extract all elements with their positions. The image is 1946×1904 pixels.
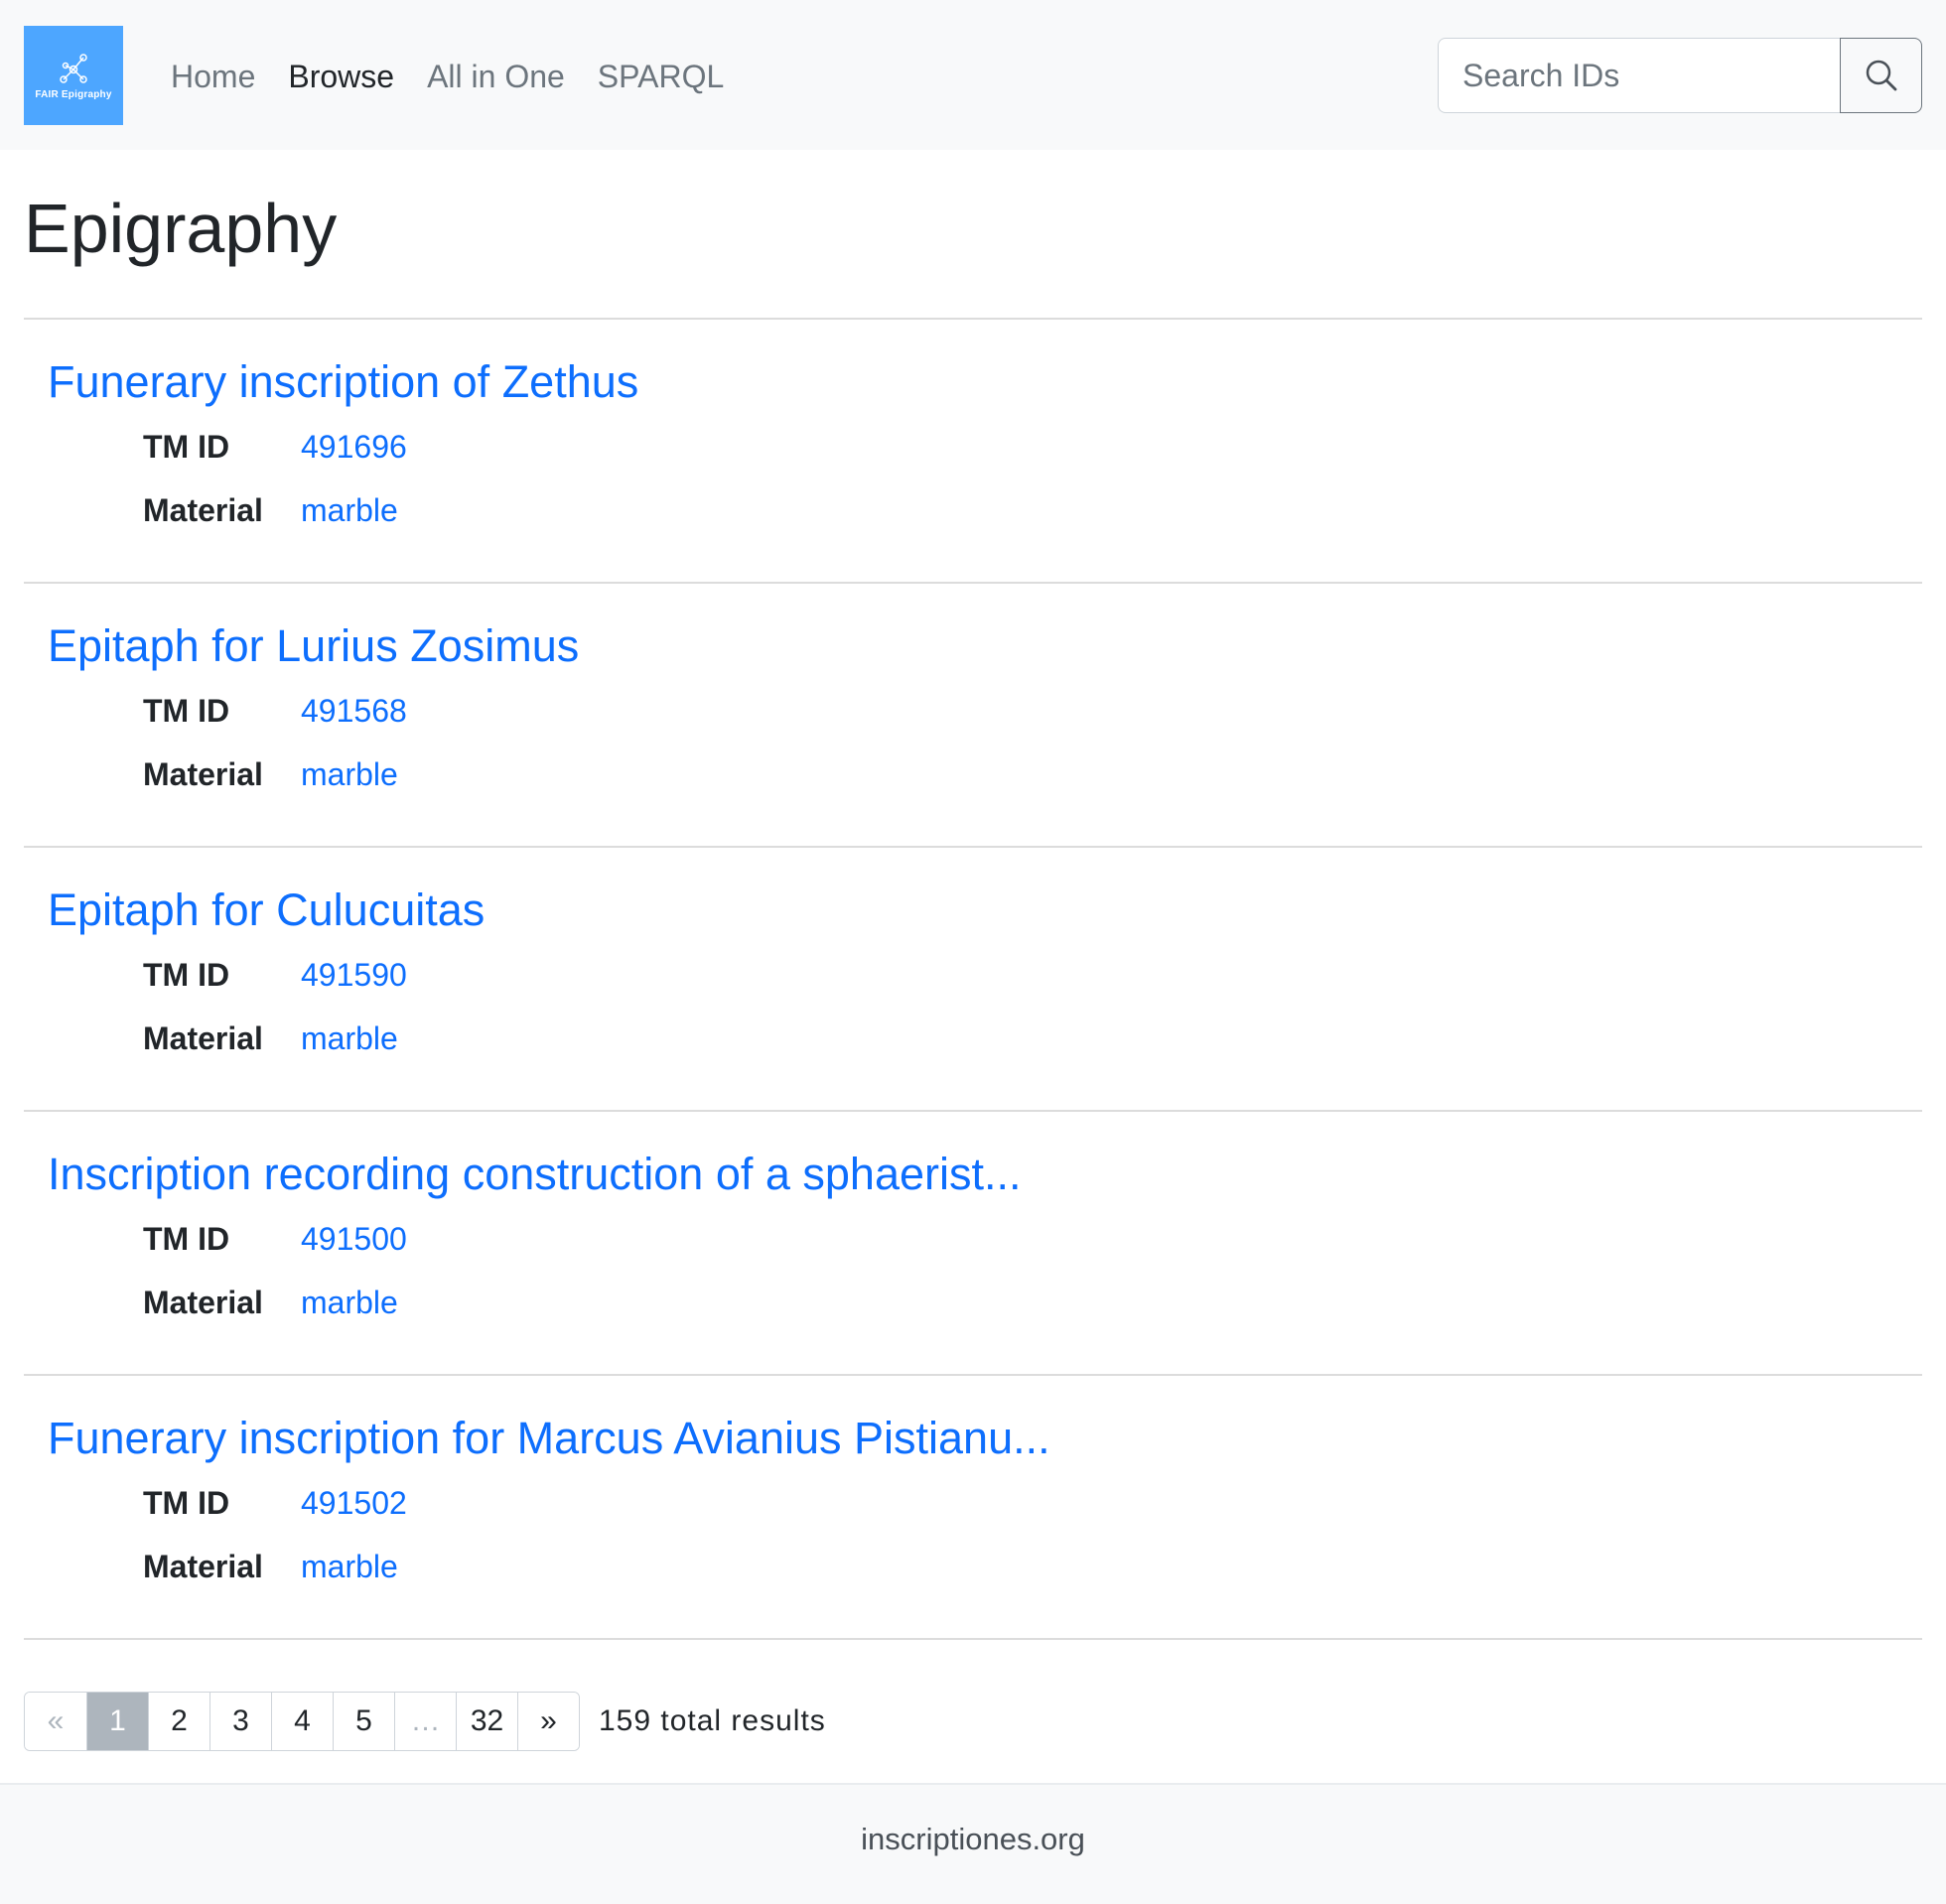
- list-item: Funerary inscription of Zethus TM ID 491…: [24, 320, 1922, 582]
- pagination-prev: «: [25, 1693, 86, 1750]
- pagination-page-32[interactable]: 32: [456, 1693, 517, 1750]
- tm-id-link[interactable]: 491568: [301, 691, 407, 731]
- material-row: Material marble: [143, 1283, 398, 1322]
- material-link[interactable]: marble: [301, 1019, 398, 1058]
- search-form: [1438, 38, 1922, 113]
- page-title: Epigraphy: [24, 190, 338, 267]
- nav-home[interactable]: Home: [171, 52, 255, 101]
- results-list: Funerary inscription of Zethus TM ID 491…: [24, 318, 1922, 1640]
- brand-logo[interactable]: FAIR Epigraphy: [24, 26, 123, 125]
- nav-all-in-one[interactable]: All in One: [427, 52, 565, 101]
- tm-id-label: TM ID: [143, 693, 230, 729]
- search-icon: [1866, 60, 1896, 91]
- material-label: Material: [143, 756, 263, 792]
- pagination: « 1 2 3 4 5 … 32 »: [24, 1692, 580, 1751]
- material-link[interactable]: marble: [301, 754, 398, 794]
- result-title-link[interactable]: Epitaph for Lurius Zosimus: [48, 619, 579, 673]
- tm-id-label: TM ID: [143, 1485, 230, 1521]
- pagination-next[interactable]: »: [517, 1693, 579, 1750]
- material-link[interactable]: marble: [301, 1547, 398, 1586]
- navbar: FAIR Epigraphy Home Browse All in One SP…: [0, 0, 1946, 150]
- list-item: Epitaph for Culucuitas TM ID 491590 Mate…: [24, 848, 1922, 1110]
- pagination-ellipsis: …: [394, 1693, 456, 1750]
- logo-text: FAIR Epigraphy: [35, 88, 112, 100]
- result-title-link[interactable]: Epitaph for Culucuitas: [48, 884, 485, 937]
- material-row: Material marble: [143, 1547, 398, 1586]
- list-item: Funerary inscription for Marcus Avianius…: [24, 1376, 1922, 1638]
- material-row: Material marble: [143, 490, 398, 530]
- tm-id-label: TM ID: [143, 429, 230, 465]
- pagination-page-3[interactable]: 3: [209, 1693, 271, 1750]
- tm-id-link[interactable]: 491590: [301, 955, 407, 995]
- result-title-link[interactable]: Funerary inscription of Zethus: [48, 355, 638, 409]
- tm-id-row: TM ID 491590: [143, 955, 407, 995]
- material-label: Material: [143, 1285, 263, 1320]
- tm-id-label: TM ID: [143, 1221, 230, 1257]
- tm-id-link[interactable]: 491502: [301, 1483, 407, 1523]
- pagination-page-5[interactable]: 5: [333, 1693, 394, 1750]
- search-input[interactable]: [1438, 38, 1840, 113]
- material-label: Material: [143, 492, 263, 528]
- tm-id-row: TM ID 491568: [143, 691, 407, 731]
- divider: [24, 1638, 1922, 1640]
- material-link[interactable]: marble: [301, 490, 398, 530]
- material-row: Material marble: [143, 1019, 398, 1058]
- pagination-page-4[interactable]: 4: [271, 1693, 333, 1750]
- result-title-link[interactable]: Inscription recording construction of a …: [48, 1148, 1022, 1201]
- tm-id-link[interactable]: 491696: [301, 427, 407, 467]
- nav-sparql[interactable]: SPARQL: [598, 52, 724, 101]
- network-icon: [60, 53, 87, 83]
- tm-id-link[interactable]: 491500: [301, 1219, 407, 1259]
- material-link[interactable]: marble: [301, 1283, 398, 1322]
- footer-text: inscriptiones.org: [861, 1822, 1085, 1856]
- material-label: Material: [143, 1020, 263, 1056]
- tm-id-row: TM ID 491502: [143, 1483, 407, 1523]
- list-item: Epitaph for Lurius Zosimus TM ID 491568 …: [24, 584, 1922, 846]
- tm-id-row: TM ID 491500: [143, 1219, 407, 1259]
- tm-id-label: TM ID: [143, 957, 230, 993]
- total-results: 159 total results: [599, 1704, 826, 1737]
- material-label: Material: [143, 1549, 263, 1584]
- nav-links: Home Browse All in One SPARQL: [171, 52, 757, 101]
- list-item: Inscription recording construction of a …: [24, 1112, 1922, 1374]
- footer: inscriptiones.org: [0, 1783, 1946, 1904]
- pagination-page-1[interactable]: 1: [86, 1693, 148, 1750]
- nav-browse[interactable]: Browse: [288, 52, 394, 101]
- search-button[interactable]: [1840, 38, 1922, 113]
- material-row: Material marble: [143, 754, 398, 794]
- result-title-link[interactable]: Funerary inscription for Marcus Avianius…: [48, 1412, 1050, 1465]
- pagination-page-2[interactable]: 2: [148, 1693, 209, 1750]
- tm-id-row: TM ID 491696: [143, 427, 407, 467]
